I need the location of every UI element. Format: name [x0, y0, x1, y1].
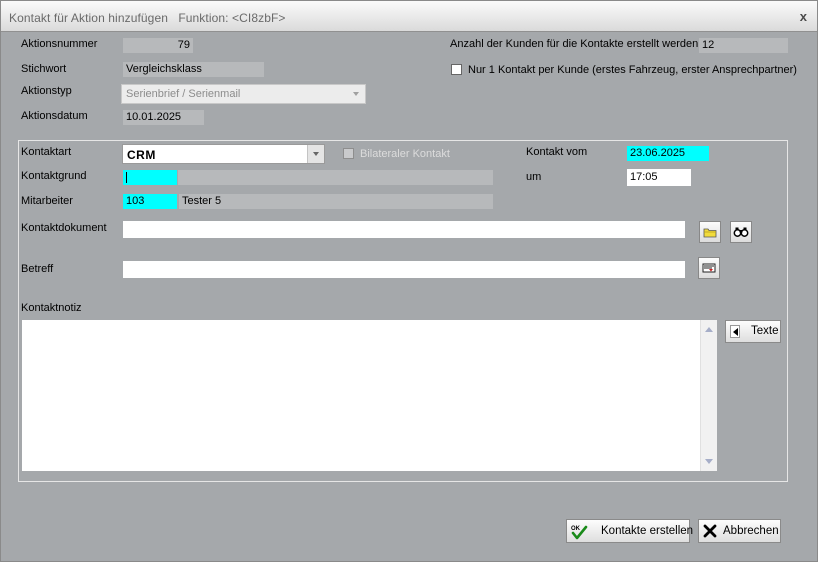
- kontaktnotiz-scrollbar[interactable]: [700, 320, 717, 471]
- kontaktnotiz-textarea[interactable]: [22, 320, 717, 471]
- text-cursor: [126, 172, 127, 183]
- kontaktdokument-label: Kontaktdokument: [21, 222, 107, 234]
- betreff-input[interactable]: [123, 261, 685, 278]
- kontakte-erstellen-label: Kontakte erstellen: [601, 525, 694, 537]
- aktionsnummer-field: 79: [123, 38, 193, 53]
- abbrechen-button[interactable]: Abbrechen: [698, 519, 781, 543]
- checkmark-icon: OK: [571, 525, 588, 540]
- x-icon: [703, 524, 717, 538]
- folder-icon: [703, 228, 717, 238]
- kontakte-erstellen-button[interactable]: OK Kontakte erstellen: [566, 519, 694, 543]
- chevron-down-icon: [313, 152, 319, 156]
- abbrechen-label: Abbrechen: [723, 525, 779, 537]
- nur1-kontakt-checkbox[interactable]: [451, 64, 462, 75]
- kontaktgrund-label: Kontaktgrund: [21, 170, 87, 182]
- view-document-button[interactable]: [730, 221, 752, 243]
- betreff-picker-button[interactable]: [698, 257, 720, 279]
- mitarbeiter-id-input[interactable]: 103: [123, 194, 177, 209]
- kontaktart-value: CRM: [127, 148, 156, 162]
- kontakt-vom-label: Kontakt vom: [526, 146, 588, 158]
- title-bar: Kontakt für Aktion hinzufügen Funktion: …: [1, 1, 817, 32]
- close-button[interactable]: x: [800, 9, 807, 24]
- stichwort-label: Stichwort: [21, 63, 67, 75]
- aktionstyp-combo: Serienbrief / Serienmail: [121, 84, 366, 104]
- anzahl-kunden-label: Anzahl der Kunden für die Kontakte erste…: [450, 38, 699, 50]
- mitarbeiter-label: Mitarbeiter: [21, 195, 73, 207]
- chevron-down-icon: [353, 92, 359, 96]
- list-picker-icon: [702, 263, 716, 273]
- window-title: Kontakt für Aktion hinzufügen Funktion: …: [9, 11, 286, 25]
- nur1-kontakt-label: Nur 1 Kontakt per Kunde (erstes Fahrzeug…: [468, 64, 797, 76]
- kontaktdokument-input[interactable]: [123, 221, 685, 238]
- kontaktart-select[interactable]: CRM: [122, 144, 325, 164]
- aktionstyp-value: Serienbrief / Serienmail: [126, 88, 241, 100]
- betreff-label: Betreff: [21, 263, 54, 275]
- mitarbeiter-name-field: Tester 5: [179, 194, 493, 209]
- stichwort-field: Vergleichsklass: [123, 62, 264, 77]
- texte-label: Texte: [751, 325, 779, 337]
- aktionsdatum-label: Aktionsdatum: [21, 110, 88, 122]
- scroll-down-icon[interactable]: [705, 459, 713, 464]
- bilateral-label: Bilateraler Kontakt: [360, 148, 450, 160]
- aktionsdatum-field: 10.01.2025: [123, 110, 204, 125]
- um-label: um: [526, 171, 542, 183]
- scroll-up-icon[interactable]: [705, 327, 713, 332]
- kontaktnotiz-label: Kontaktnotiz: [21, 302, 82, 314]
- kontaktart-label: Kontaktart: [21, 146, 72, 158]
- uhrzeit-input[interactable]: 17:05: [627, 169, 691, 186]
- arrow-left-icon: [730, 325, 740, 338]
- browse-document-button[interactable]: [699, 221, 721, 243]
- kontaktgrund-description: [178, 170, 493, 185]
- aktionstyp-label: Aktionstyp: [21, 85, 72, 97]
- kontaktgrund-input[interactable]: [123, 170, 177, 185]
- bilateral-checkbox[interactable]: [343, 148, 354, 159]
- aktionsnummer-label: Aktionsnummer: [21, 38, 98, 50]
- kontaktart-dropdown-button[interactable]: [307, 145, 324, 163]
- anzahl-kunden-field: 12: [699, 38, 788, 53]
- function-code: Funktion: <CI8zbF>: [178, 11, 286, 25]
- dialog-window: Kontakt für Aktion hinzufügen Funktion: …: [0, 0, 818, 562]
- svg-text:OK: OK: [571, 526, 581, 532]
- binoculars-icon: [733, 227, 749, 237]
- kontakt-vom-input[interactable]: 23.06.2025: [627, 146, 709, 161]
- texte-button[interactable]: Texte: [725, 320, 781, 343]
